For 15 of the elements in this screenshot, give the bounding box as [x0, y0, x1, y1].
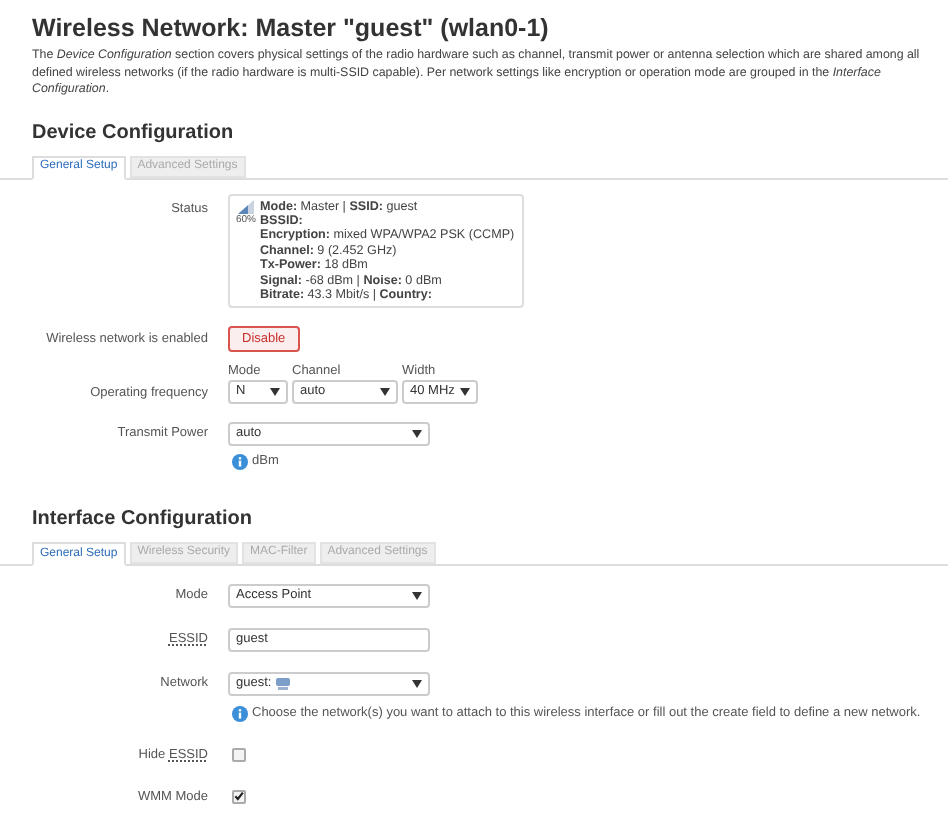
- checkbox[interactable]: [232, 748, 246, 763]
- page-title: Wireless Network: Master "guest" (wlan0-1): [30, 12, 551, 46]
- checkbox[interactable]: [232, 789, 246, 804]
- section-heading: Device Configuration: [30, 119, 236, 147]
- caret-icon: [412, 592, 422, 601]
- signal-icon: [238, 199, 254, 213]
- caret-icon: [412, 680, 422, 689]
- caret-icon: [270, 388, 280, 397]
- caret-icon: [412, 430, 422, 439]
- info-icon: [232, 705, 248, 722]
- info-icon: [232, 454, 248, 471]
- network-icon: [275, 678, 290, 691]
- caret-icon: [460, 388, 470, 397]
- caret-icon: [380, 388, 390, 397]
- section-heading: Interface Configuration: [30, 506, 255, 535]
